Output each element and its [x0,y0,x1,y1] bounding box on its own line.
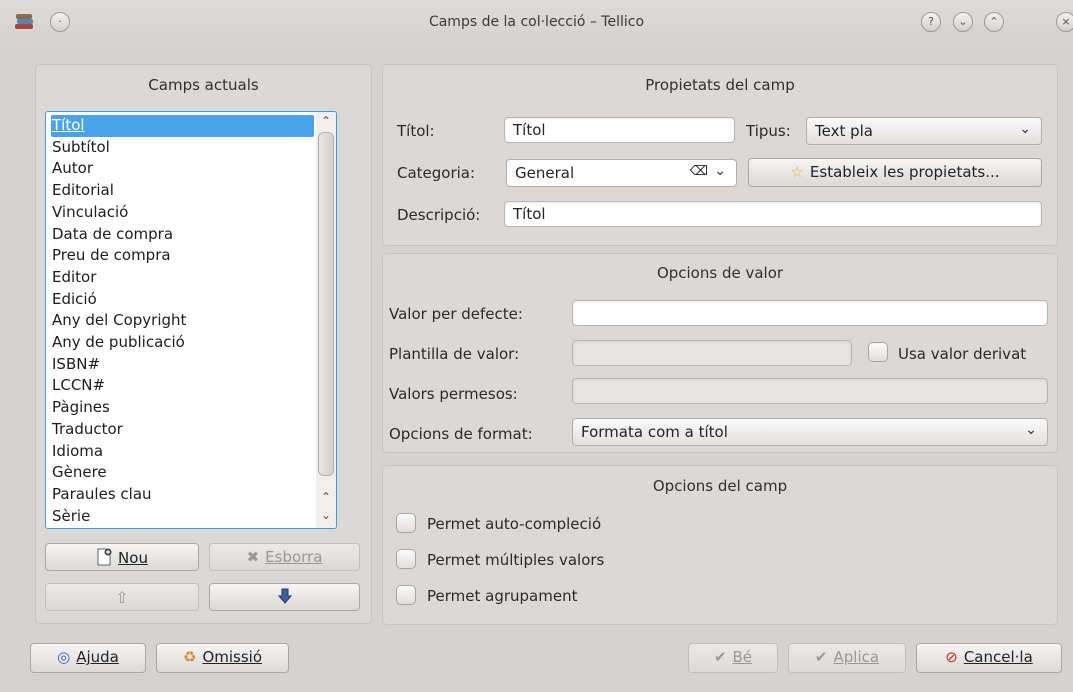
description-label: Descripció: [397,206,481,224]
value-options-title: Opcions de valor [656,264,784,282]
scroll-up-small-icon[interactable]: ⌃ [316,490,336,504]
ok-label: Bé [732,648,753,666]
cancel-icon: ⊘ [945,648,958,666]
grouping-checkbox[interactable] [396,585,416,605]
category-value: General [515,164,575,182]
scrollbar-thumb[interactable] [318,132,334,476]
apply-label: Aplica [833,648,880,666]
close-button[interactable]: × [1056,12,1073,32]
delete-field-label: Esborra [265,548,323,566]
value-template-input[interactable] [572,340,852,366]
clear-text-icon[interactable]: ⌫ [690,164,708,179]
set-properties-button[interactable]: ☆ Estableix les propietats... [748,158,1042,187]
list-item[interactable]: Vinculació [51,202,314,224]
autocomplete-label: Permet auto-compleció [427,515,602,533]
chevron-down-icon: ⌄ [958,15,968,28]
format-options-label: Opcions de format: [389,425,533,443]
chevron-down-icon: ⌄ [1019,121,1031,137]
list-item[interactable]: Idioma [51,441,314,463]
ok-button[interactable]: ✔ Bé [688,643,778,673]
star-icon: ☆ [790,163,804,181]
cancel-label: Cancel·la [963,648,1033,666]
fields-scrollbar[interactable]: ⌃ ⌃ ⌄ [316,112,336,528]
format-options-select[interactable]: Formata com a títol ⌄ [572,418,1048,446]
defaults-button[interactable]: ♻ Omissió [156,643,289,673]
list-item[interactable]: Edició [51,289,314,311]
close-icon: × [1061,15,1071,28]
help-button[interactable]: ◎ Ajuda [30,643,146,673]
type-label: Tipus: [746,122,791,140]
list-item[interactable]: Títol [51,115,314,137]
move-down-button[interactable] [209,583,360,611]
multiple-values-label: Permet múltiples valors [427,551,605,569]
scroll-down-icon[interactable]: ⌄ [316,508,336,522]
delete-x-icon: ✖ [246,548,260,566]
checkmark-icon: ✔ [713,648,727,666]
list-item[interactable]: Traductor [51,419,314,441]
list-item[interactable]: Pàgines [51,397,314,419]
list-item[interactable]: Editorial [51,180,314,202]
multiple-values-checkbox[interactable] [396,549,416,569]
new-field-button[interactable]: Nou [45,543,199,571]
set-properties-label: Estableix les propietats... [809,163,1000,181]
fields-list[interactable]: Títol Subtítol Autor Editorial Vinculació Dat… [45,111,337,529]
list-item[interactable]: LCCN# [51,375,314,397]
list-item[interactable]: Sèrie [51,506,314,528]
type-select[interactable]: Text pla ⌄ [806,117,1042,145]
field-properties-title: Propietats del camp [645,76,795,94]
field-options-title: Opcions del camp [652,477,788,495]
description-input[interactable]: Títol [504,201,1042,227]
type-value: Text pla [815,122,873,140]
list-item[interactable]: Subtítol [51,137,314,159]
cancel-button[interactable]: ⊘ Cancel·la [916,643,1062,673]
restore-icon: ♻ [182,648,197,666]
default-value-label: Valor per defecte: [389,305,523,323]
value-template-label: Plantilla de valor: [389,345,520,363]
allowed-values-input[interactable] [572,378,1048,404]
default-value-input[interactable] [572,300,1048,326]
question-icon: ? [928,15,934,28]
defaults-label: Omissió [202,648,262,666]
list-item[interactable]: Autor [51,158,314,180]
title-label: Títol: [397,122,435,140]
format-options-value: Formata com a títol [581,423,728,441]
list-item[interactable]: Gènere [51,462,314,484]
apply-button[interactable]: ✔ Aplica [788,643,906,673]
arrow-up-icon: ⇧ [115,588,129,607]
derived-value-checkbox[interactable] [868,342,888,362]
chevron-down-icon[interactable]: ⌄ [714,163,726,179]
allowed-values-label: Valors permesos: [389,385,518,403]
autocomplete-checkbox[interactable] [396,513,416,533]
chevron-up-icon: ⌃ [989,15,999,28]
list-item[interactable]: Paraules clau [51,484,314,506]
minimize-button[interactable]: ⌄ [953,12,973,32]
list-item[interactable]: ISBN# [51,354,314,376]
maximize-button[interactable]: ⌃ [984,12,1004,32]
help-label: Ajuda [76,648,119,666]
grouping-label: Permet agrupament [427,587,578,605]
delete-field-button[interactable]: ✖ Esborra [209,543,360,571]
checkmark-icon: ✔ [814,648,828,666]
chevron-down-icon: ⌄ [1025,422,1037,438]
list-item[interactable]: Preu de compra [51,245,314,267]
scroll-up-icon[interactable]: ⌃ [316,114,336,128]
list-item[interactable]: Data de compra [51,224,314,246]
title-input[interactable]: Títol [504,117,735,143]
list-item[interactable]: Any del Copyright [51,310,314,332]
window-title: Camps de la col·lecció – Tellico [428,14,645,30]
new-document-icon [96,548,112,566]
category-combo[interactable]: General ⌫ ⌄ [506,159,737,187]
current-fields-title: Camps actuals [148,76,259,94]
new-field-label: Nou [118,549,148,567]
derived-value-label: Usa valor derivat [898,345,1027,363]
list-item[interactable]: Any de publicació [51,332,314,354]
help-lifebuoy-icon: ◎ [57,648,71,666]
move-up-button[interactable]: ⇧ [45,583,199,611]
help-title-button[interactable]: ? [921,12,941,32]
arrow-down-icon [277,588,292,604]
list-item[interactable]: Editor [51,267,314,289]
category-label: Categoria: [397,164,476,182]
